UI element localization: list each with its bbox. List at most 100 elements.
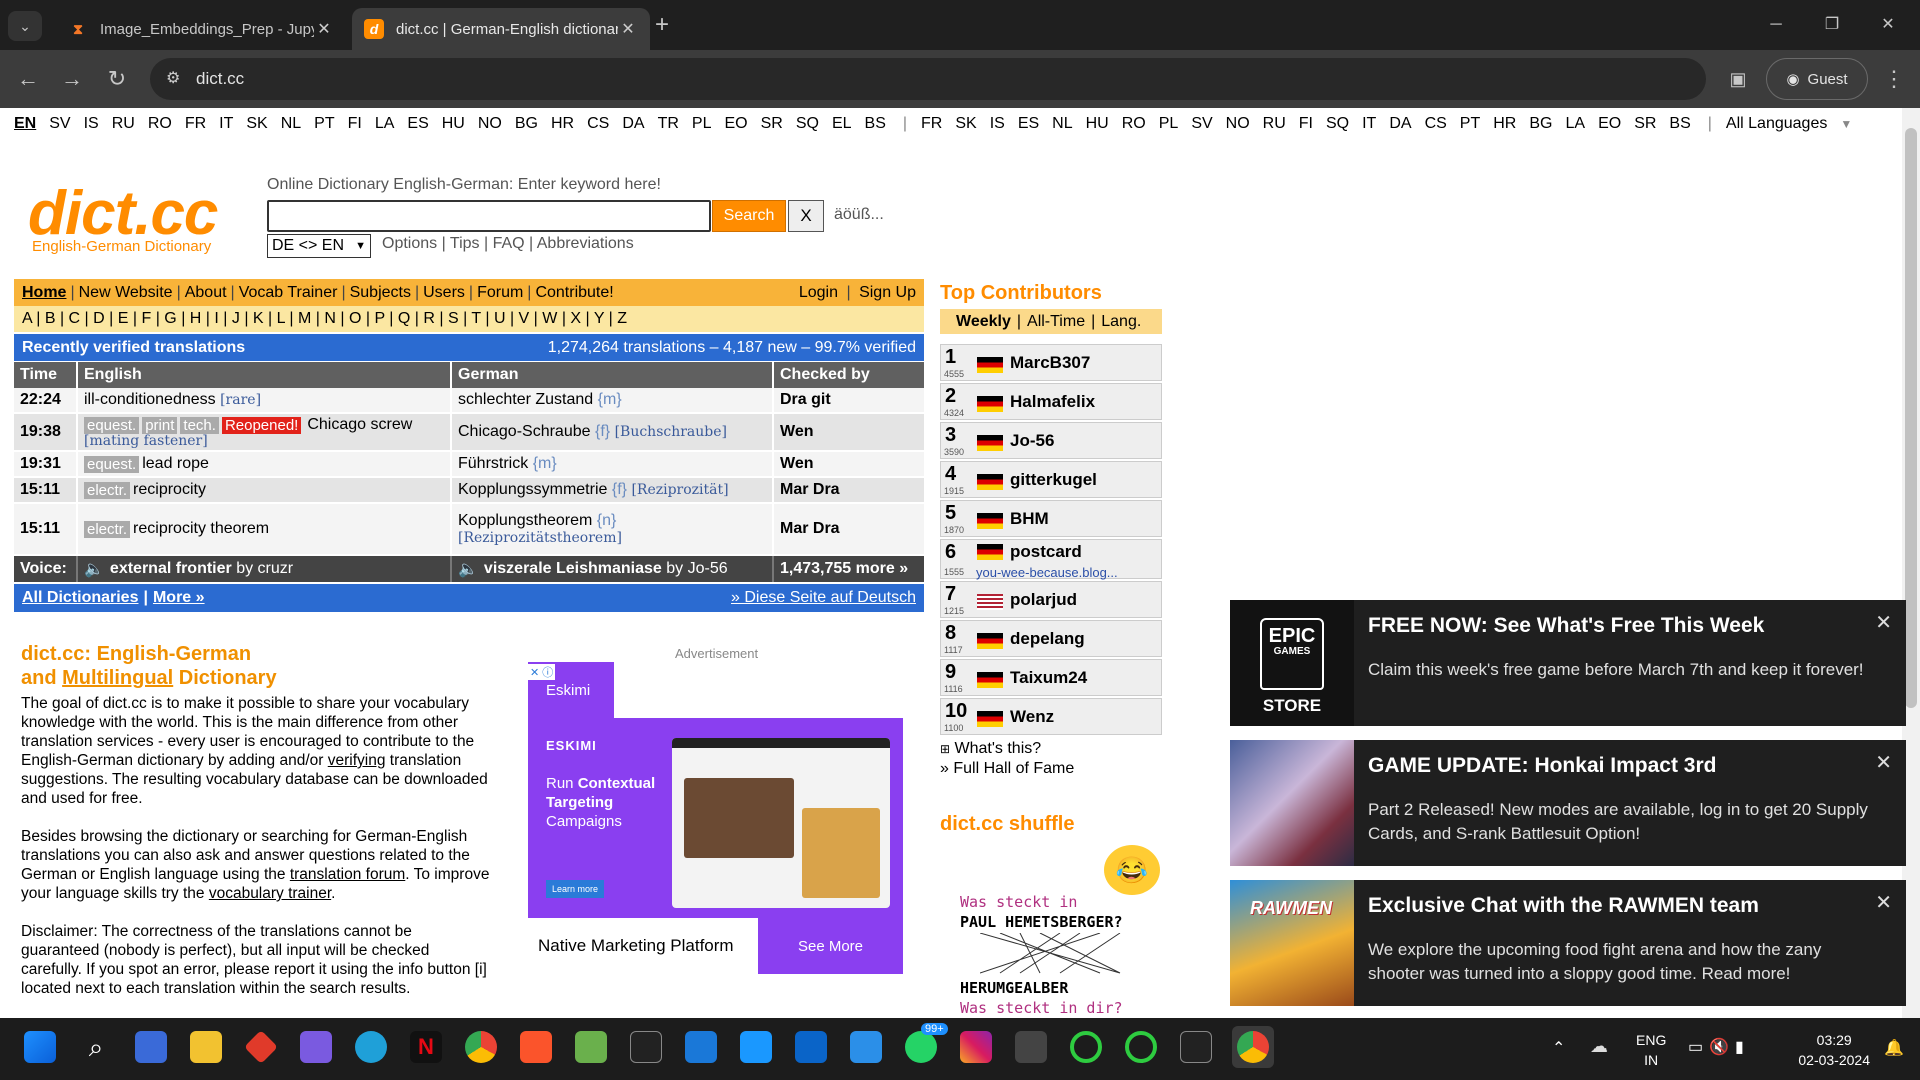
close-tab-icon[interactable]: ✕ (314, 19, 334, 39)
special-chars-link[interactable]: äöüß... (834, 206, 884, 224)
lang-link-fr[interactable]: FR (921, 115, 942, 132)
lang-link-no[interactable]: NO (1226, 115, 1250, 132)
lang-link-el[interactable]: EL (832, 115, 852, 132)
english-term[interactable]: lead rope (142, 455, 209, 473)
nav-item-users[interactable]: Users (423, 284, 465, 301)
subject-tag[interactable]: electr. (84, 481, 131, 499)
lang-link-hr[interactable]: HR (551, 115, 574, 132)
all-languages-dropdown[interactable]: All Languages (1726, 115, 1827, 133)
lang-link-bg[interactable]: BG (515, 115, 538, 132)
ad-learn-button[interactable]: Learn more (546, 880, 604, 898)
row-checked-by[interactable]: Wen (774, 452, 924, 476)
contributor-name[interactable]: Taixum24 (1010, 668, 1087, 688)
netflix-icon[interactable]: N (410, 1031, 442, 1063)
row-german[interactable]: schlechter Zustand {m} (452, 388, 774, 412)
lang-link-pl[interactable]: PL (692, 115, 712, 132)
search-help-links[interactable]: Options | Tips | FAQ | Abbreviations (382, 235, 634, 253)
lang-link-ro[interactable]: RO (148, 115, 172, 132)
site-info-icon[interactable]: ⚙ (166, 68, 180, 88)
nav-item-new-website[interactable]: New Website (79, 284, 173, 301)
lang-link-la[interactable]: LA (1565, 115, 1585, 132)
cloud-icon[interactable]: ☁ (1590, 1036, 1608, 1057)
widgets-icon[interactable] (135, 1031, 167, 1063)
lang-link-pl[interactable]: PL (1159, 115, 1179, 132)
row-english[interactable]: ill-conditionedness [rare] (78, 388, 452, 412)
contributor-name[interactable]: MarcB307 (1010, 353, 1090, 373)
row-checked-by[interactable]: Mar Dra (774, 478, 924, 502)
subject-tag[interactable]: print (142, 416, 178, 434)
maximize-button[interactable]: ❐ (1818, 11, 1846, 39)
terminal-icon[interactable] (1180, 1031, 1212, 1063)
row-german[interactable]: Kopplungssymmetrie {f} [Reziprozität] (452, 478, 774, 502)
lang-link-cs[interactable]: CS (1425, 115, 1447, 132)
search-button[interactable]: Search (712, 200, 786, 232)
lang-link-sr[interactable]: SR (761, 115, 783, 132)
lang-link-fi[interactable]: FI (348, 115, 362, 132)
search-input[interactable] (267, 200, 711, 232)
copilot-icon[interactable] (300, 1031, 332, 1063)
chevron-up-icon[interactable]: ⌃ (1552, 1038, 1565, 1058)
system-tray-icons[interactable]: ▭🔇▮ (1688, 1037, 1750, 1057)
lang-link-cs[interactable]: CS (587, 115, 609, 132)
row-checked-by[interactable]: Mar Dra (774, 504, 924, 554)
lang-link-fr[interactable]: FR (185, 115, 206, 132)
contributor-name[interactable]: depelang (1010, 629, 1085, 649)
lang-link-eo[interactable]: EO (1598, 115, 1621, 132)
contributor-row[interactable]: 2 4324 Halmafelix (940, 383, 1162, 420)
nav-item-vocab-trainer[interactable]: Vocab Trainer (239, 284, 338, 301)
scrollbar-thumb[interactable] (1905, 128, 1917, 708)
whatsapp-icon[interactable]: 99+ (905, 1023, 948, 1063)
lang-link-ru[interactable]: RU (112, 115, 135, 132)
row-english[interactable]: equest. lead rope (78, 452, 452, 476)
nav-item-contribute[interactable]: Contribute! (535, 284, 613, 301)
contributor-row[interactable]: 5 1870 BHM (940, 500, 1162, 537)
lang-link-ro[interactable]: RO (1122, 115, 1146, 132)
store-icon[interactable] (685, 1031, 717, 1063)
more-link[interactable]: More » (153, 589, 205, 607)
german-term[interactable]: Chicago-Schraube (458, 423, 591, 441)
contributor-row[interactable]: 9 1116 Taixum24 (940, 659, 1162, 696)
close-icon[interactable]: ✕ (1875, 750, 1892, 775)
search-icon[interactable]: ⌕ (80, 1031, 112, 1063)
row-checked-by[interactable]: Dra git (774, 388, 924, 412)
tab-all-time[interactable]: All-Time (1027, 313, 1085, 331)
contributor-name[interactable]: gitterkugel (1010, 470, 1097, 490)
german-term[interactable]: Kopplungstheorem (458, 512, 592, 530)
lang-link-sk[interactable]: SK (246, 115, 267, 132)
lang-link-sq[interactable]: SQ (1326, 115, 1349, 132)
contributor-name[interactable]: BHM (1010, 509, 1049, 529)
contributor-name[interactable]: polarjud (1010, 590, 1077, 610)
notification-honkai[interactable]: GAME UPDATE: Honkai Impact 3rd Part 2 Re… (1230, 740, 1906, 866)
lang-link-sr[interactable]: SR (1634, 115, 1656, 132)
all-dictionaries-link[interactable]: All Dictionaries (22, 589, 138, 607)
lang-link-hu[interactable]: HU (442, 115, 465, 132)
brave-icon[interactable] (520, 1031, 552, 1063)
side-panel-icon[interactable]: ▣ (1724, 65, 1752, 93)
contributor-row[interactable]: 3 3590 Jo-56 (940, 422, 1162, 459)
lang-link-bs[interactable]: BS (1669, 115, 1690, 132)
lang-link-nl[interactable]: NL (281, 115, 301, 132)
english-term[interactable]: ill-conditionedness (84, 391, 216, 409)
app-red-diamond-icon[interactable] (244, 1030, 278, 1064)
lang-link-tr[interactable]: TR (658, 115, 679, 132)
clear-button[interactable]: X (788, 200, 824, 232)
english-term[interactable]: Chicago screw (307, 416, 412, 434)
contributor-row[interactable]: 7 1215 polarjud (940, 581, 1162, 618)
whats-this-link[interactable]: What's this? (955, 740, 1042, 757)
verifying-link[interactable]: verifying (328, 752, 386, 769)
contributor-row[interactable]: 6 1555 postcard you-wee-because.blog... (940, 539, 1162, 580)
lang-link-da[interactable]: DA (622, 115, 644, 132)
menu-icon[interactable]: ⋮ (1880, 65, 1908, 93)
lang-link-sq[interactable]: SQ (796, 115, 819, 132)
contributor-subtitle[interactable]: you-wee-because.blog... (976, 565, 1118, 580)
prime-video-icon[interactable] (740, 1031, 772, 1063)
active-chrome-icon[interactable] (1232, 1026, 1274, 1068)
forum-link[interactable]: translation forum (290, 866, 405, 883)
lang-link-is[interactable]: IS (84, 115, 99, 132)
german-term[interactable]: Kopplungssymmetrie (458, 481, 607, 499)
clock[interactable]: 03:29 02-03-2024 (1798, 1030, 1870, 1070)
row-english[interactable]: electr. reciprocity theorem (78, 504, 452, 554)
lang-link-es[interactable]: ES (1018, 115, 1039, 132)
lang-link-no[interactable]: NO (478, 115, 502, 132)
lang-link-bg[interactable]: BG (1529, 115, 1552, 132)
